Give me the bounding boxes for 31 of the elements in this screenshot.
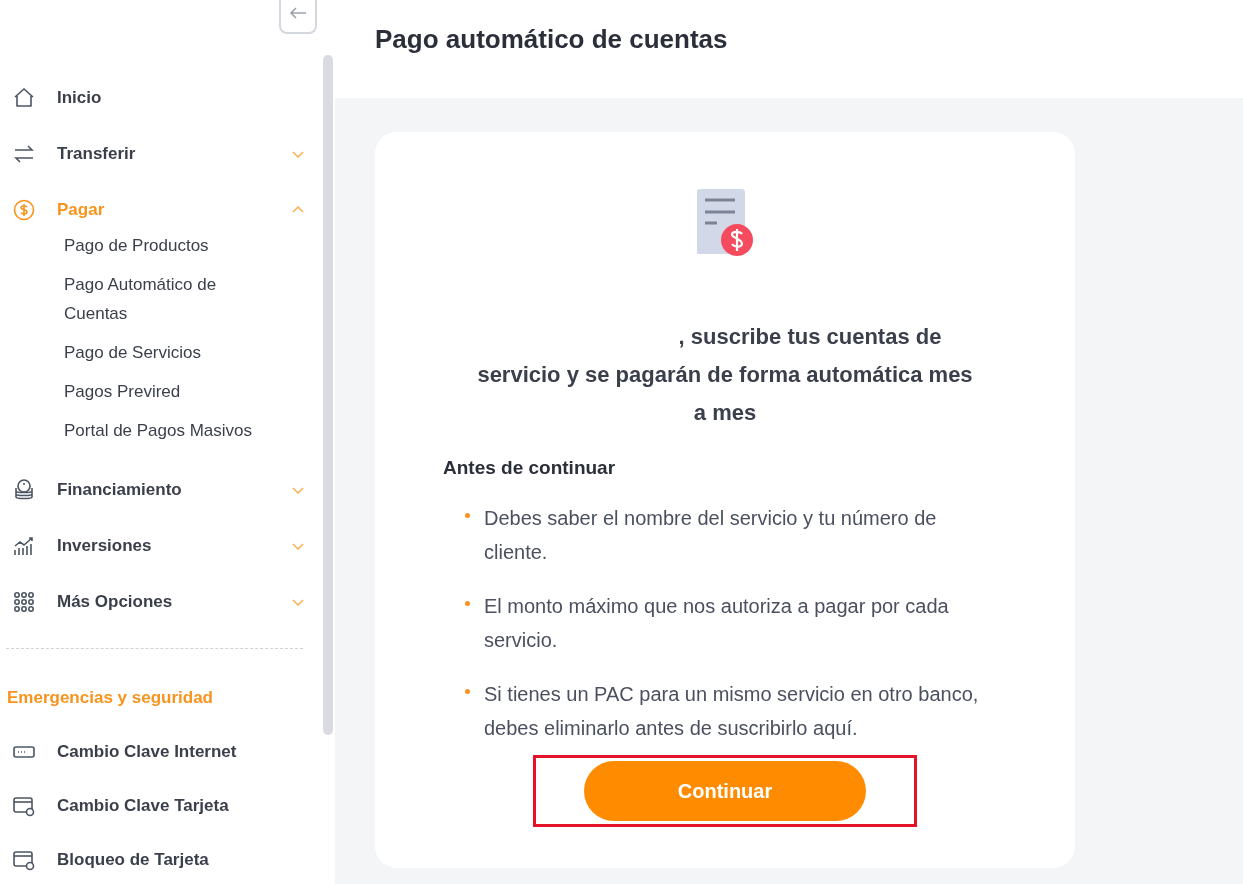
submenu-link[interactable]: Pago de Servicios — [64, 333, 279, 372]
chevron-down-icon — [291, 485, 305, 495]
nav-item[interactable]: Bloqueo de Tarjeta — [0, 832, 309, 884]
home-icon — [12, 86, 36, 110]
requirement-text: Si tienes un PAC para un mismo servicio en otro banco, debes eliminarlo antes de suscribirlo aquí. — [484, 681, 980, 741]
nav-item[interactable]: Cambio Clave Internet — [0, 724, 309, 779]
requirement-text: Debes saber el nombre del servicio y tu número de cliente. — [484, 505, 938, 565]
section-title: Emergencias y seguridad — [6, 687, 214, 709]
nav-item[interactable]: Más Opciones — [0, 574, 309, 630]
coins-icon — [12, 478, 36, 502]
page-title: Pago automático de cuentas — [375, 23, 729, 56]
nav-item[interactable]: Inicio — [0, 70, 309, 126]
nav-item[interactable]: Transferir — [0, 126, 309, 182]
requirement-text: El monto máximo que nos autoriza a pagar por cada servicio. — [484, 593, 950, 653]
nav-item[interactable]: Cambio Clave Tarjeta — [0, 778, 309, 833]
chevron-down-icon — [291, 541, 305, 551]
arrow-left-icon — [289, 6, 307, 20]
nav-item[interactable]: Financiamiento — [0, 462, 309, 518]
growth-chart-icon — [12, 534, 36, 558]
subtitle: Antes de continuar — [443, 456, 617, 480]
nav-item[interactable]: Inversiones — [0, 518, 309, 574]
chevron-down-icon — [291, 149, 305, 159]
collapse-button[interactable] — [279, 0, 317, 34]
submenu-link[interactable]: Pago Automático de Cuentas — [64, 265, 279, 333]
chevron-down-icon — [291, 597, 305, 607]
grid-icon — [12, 590, 36, 614]
dollar-coin-icon — [12, 198, 36, 222]
chevron-up-icon — [291, 205, 305, 215]
submenu-link[interactable]: Portal de Pagos Masivos — [64, 411, 279, 450]
submenu-link[interactable]: Pagos Previred — [64, 372, 279, 411]
headline: , suscribe tus cuentas de servicio y se pagarán de forma automática mes a mes — [476, 323, 974, 427]
